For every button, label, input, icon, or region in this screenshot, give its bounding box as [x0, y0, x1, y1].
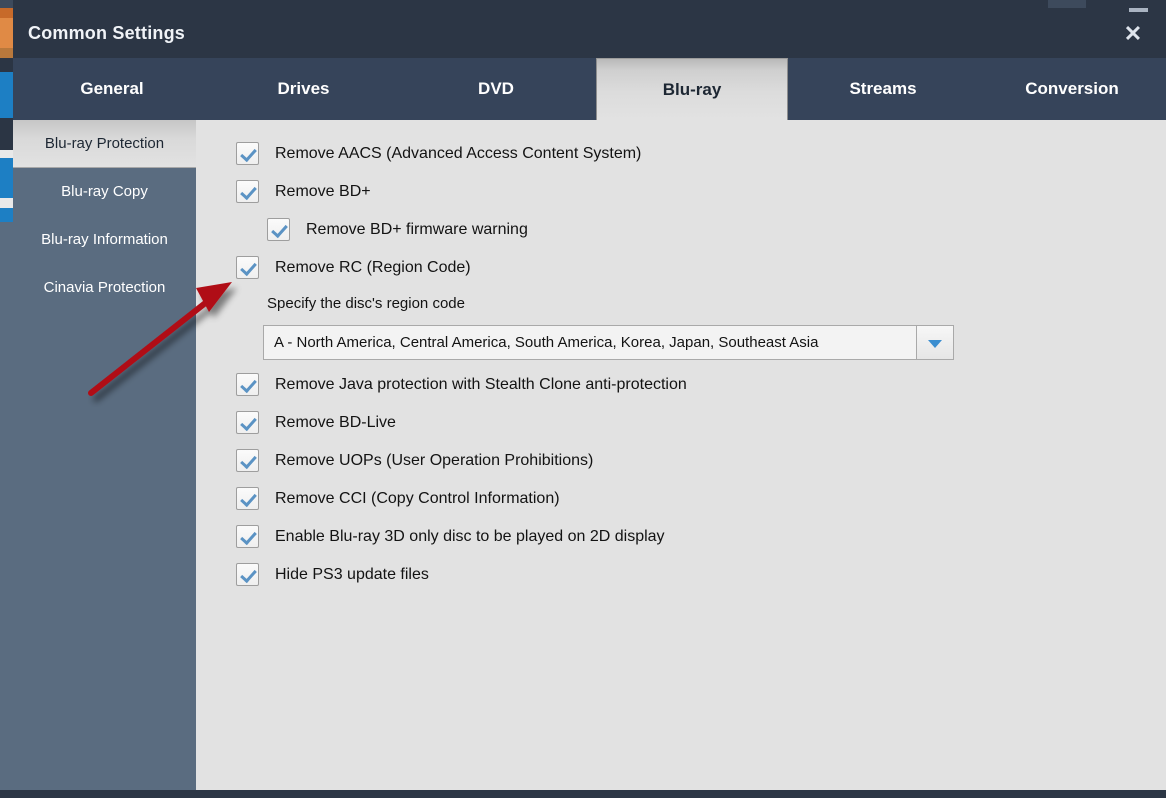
window-title: Common Settings: [28, 23, 185, 44]
checkbox-label: Remove RC (Region Code): [275, 259, 471, 277]
checkbox-label: Enable Blu-ray 3D only disc to be played…: [275, 528, 665, 546]
checkbox-row[interactable]: Remove BD+: [236, 180, 371, 203]
checkbox-checked-icon[interactable]: [236, 256, 259, 279]
tab-blu-ray[interactable]: Blu-ray: [596, 58, 788, 120]
checkbox-checked-icon[interactable]: [267, 218, 290, 241]
tab-conversion[interactable]: Conversion: [978, 58, 1166, 120]
checkbox-label: Remove Java protection with Stealth Clon…: [275, 376, 687, 394]
checkbox-row[interactable]: Remove UOPs (User Operation Prohibitions…: [236, 449, 593, 472]
region-code-selected-value[interactable]: A - North America, Central America, Sout…: [263, 325, 917, 360]
sidebar: Blu-ray ProtectionBlu-ray CopyBlu-ray In…: [13, 120, 196, 790]
checkbox-row[interactable]: Enable Blu-ray 3D only disc to be played…: [236, 525, 665, 548]
checkbox-row[interactable]: Hide PS3 update files: [236, 563, 429, 586]
common-settings-window: Common Settings ✕ GeneralDrivesDVDBlu-ra…: [0, 0, 1166, 798]
checkbox-checked-icon[interactable]: [236, 449, 259, 472]
checkbox-row[interactable]: Remove BD-Live: [236, 411, 396, 434]
chevron-down-icon[interactable]: [917, 325, 954, 360]
tab-general[interactable]: General: [13, 58, 211, 120]
checkbox-checked-icon[interactable]: [236, 180, 259, 203]
tab-streams[interactable]: Streams: [788, 58, 978, 120]
checkbox-checked-icon[interactable]: [236, 525, 259, 548]
checkbox-label: Remove CCI (Copy Control Information): [275, 490, 560, 508]
checkbox-label: Remove BD+: [275, 183, 371, 201]
restore-chip[interactable]: [1048, 0, 1086, 8]
sidebar-item-blu-ray-copy[interactable]: Blu-ray Copy: [13, 168, 196, 216]
sidebar-item-cinavia-protection[interactable]: Cinavia Protection: [13, 264, 196, 312]
bluray-protection-panel: Remove AACS (Advanced Access Content Sys…: [196, 120, 1166, 790]
tab-drives[interactable]: Drives: [211, 58, 396, 120]
sidebar-item-blu-ray-information[interactable]: Blu-ray Information: [13, 216, 196, 264]
background-window-sliver: [0, 0, 13, 798]
checkbox-checked-icon[interactable]: [236, 373, 259, 396]
checkbox-checked-icon[interactable]: [236, 563, 259, 586]
checkbox-checked-icon[interactable]: [236, 487, 259, 510]
checkbox-label: Hide PS3 update files: [275, 566, 429, 584]
checkbox-label: Remove BD+ firmware warning: [306, 221, 528, 239]
region-code-section-label: Specify the disc's region code: [267, 295, 465, 312]
checkbox-row[interactable]: Remove AACS (Advanced Access Content Sys…: [236, 142, 641, 165]
tab-dvd[interactable]: DVD: [396, 58, 596, 120]
checkbox-row[interactable]: Remove CCI (Copy Control Information): [236, 487, 560, 510]
content-area: Blu-ray ProtectionBlu-ray CopyBlu-ray In…: [13, 120, 1166, 790]
checkbox-label: Remove BD-Live: [275, 414, 396, 432]
checkbox-checked-icon[interactable]: [236, 142, 259, 165]
checkbox-label: Remove AACS (Advanced Access Content Sys…: [275, 145, 641, 163]
checkbox-label: Remove UOPs (User Operation Prohibitions…: [275, 452, 593, 470]
checkbox-checked-icon[interactable]: [236, 411, 259, 434]
minimize-button[interactable]: [1129, 8, 1148, 12]
title-bar: Common Settings ✕: [13, 0, 1166, 58]
checkbox-row[interactable]: Remove RC (Region Code): [236, 256, 471, 279]
region-code-select[interactable]: A - North America, Central America, Sout…: [263, 325, 954, 360]
checkbox-row[interactable]: Remove Java protection with Stealth Clon…: [236, 373, 687, 396]
sidebar-item-blu-ray-protection[interactable]: Blu-ray Protection: [13, 120, 196, 168]
checkbox-row[interactable]: Remove BD+ firmware warning: [267, 218, 528, 241]
tab-bar: GeneralDrivesDVDBlu-rayStreamsConversion: [13, 58, 1166, 120]
window-bottom-strip: [0, 790, 1166, 798]
close-button[interactable]: ✕: [1120, 21, 1146, 47]
